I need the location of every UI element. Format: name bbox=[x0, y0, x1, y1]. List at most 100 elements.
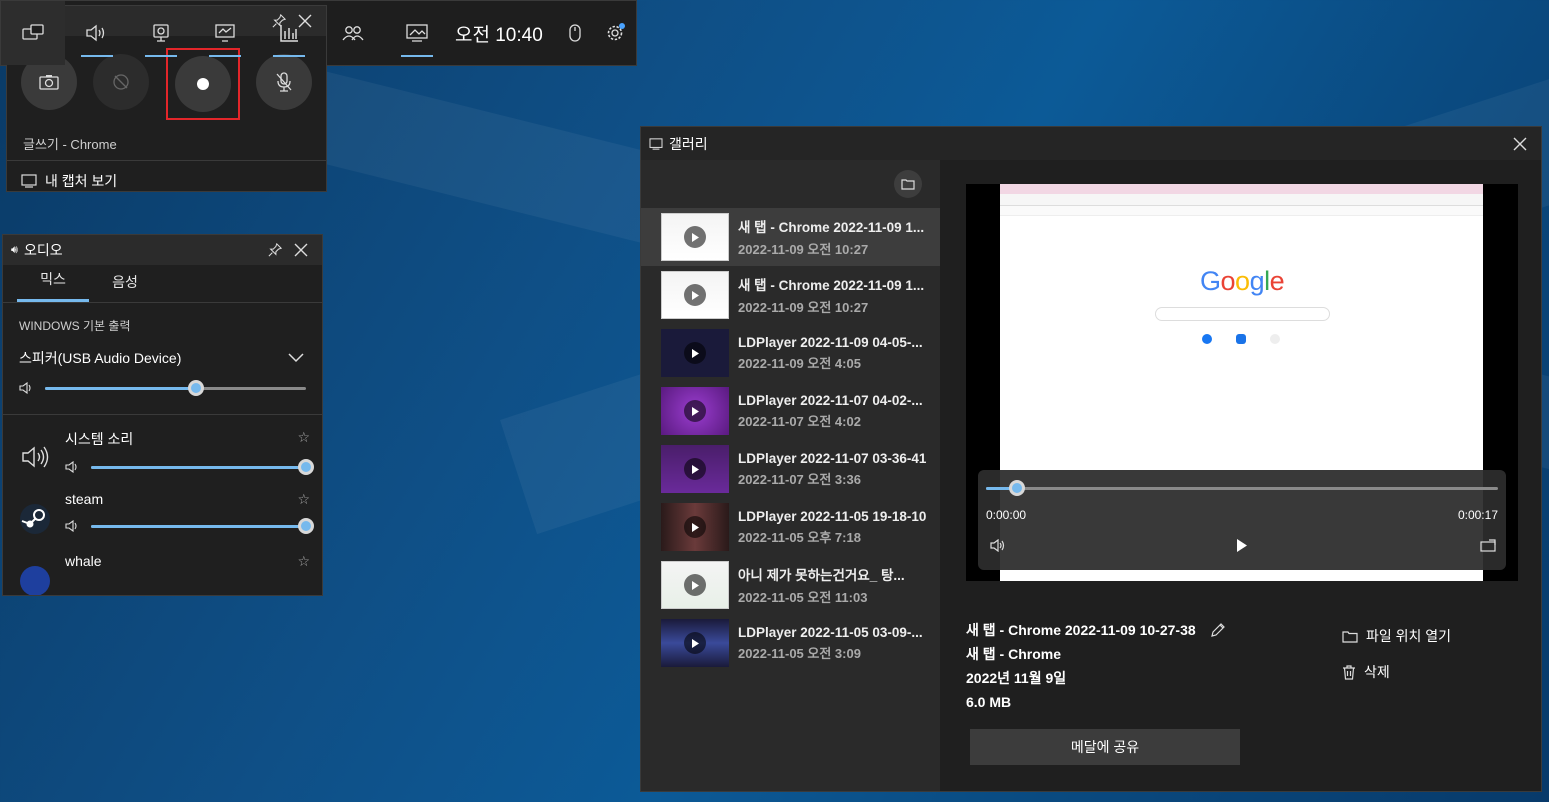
slider-thumb[interactable] bbox=[298, 517, 314, 534]
notification-dot bbox=[618, 23, 625, 29]
play-icon bbox=[684, 574, 706, 596]
clock: 오전 10:40 bbox=[455, 24, 543, 46]
system-sounds-icon bbox=[15, 437, 55, 477]
audio-header: 🔊︎ 오디오 bbox=[3, 235, 322, 265]
seek-bar[interactable] bbox=[986, 480, 1498, 496]
app-volume-slider[interactable] bbox=[91, 458, 314, 475]
master-volume-slider[interactable] bbox=[45, 379, 306, 396]
mouse-icon bbox=[569, 24, 581, 42]
gallery-header: 갤러리 bbox=[641, 127, 1541, 160]
capture-list: 새 탭 - Chrome 2022-11-09 1... 2022-11-09 오… bbox=[641, 208, 940, 672]
gallery-item-name: 새 탭 - Chrome 2022-11-09 1... bbox=[738, 278, 925, 293]
folder-icon bbox=[1342, 630, 1358, 643]
close-icon[interactable] bbox=[1507, 132, 1533, 156]
trash-icon bbox=[1343, 664, 1355, 680]
gallery-item-name: 아니 제가 못하는건거요_ 탕... bbox=[738, 568, 905, 583]
play-icon bbox=[684, 342, 706, 364]
speaker-icon bbox=[86, 24, 105, 42]
open-file-location-label: 파일 위치 열기 bbox=[1366, 628, 1452, 644]
fullscreen-button[interactable] bbox=[1480, 539, 1496, 552]
volume-icon bbox=[65, 520, 77, 532]
tab-mix[interactable]: 믹스 bbox=[17, 269, 89, 302]
mouse-settings-button[interactable] bbox=[555, 1, 595, 65]
gallery-item-name: LDPlayer 2022-11-09 04-05-... bbox=[738, 334, 923, 350]
capture-widget-button[interactable] bbox=[129, 1, 193, 65]
gallery-item[interactable]: 새 탭 - Chrome 2022-11-09 1... 2022-11-09 오… bbox=[641, 266, 940, 324]
capture-thumbnail bbox=[661, 213, 729, 261]
audio-title: 오디오 bbox=[23, 242, 63, 258]
seek-thumb[interactable] bbox=[1008, 480, 1025, 496]
camera-icon bbox=[39, 75, 59, 90]
game-bar-toolbar: 오전 10:40 bbox=[0, 0, 637, 66]
gallery-title: 갤러리 bbox=[669, 135, 708, 152]
close-icon[interactable] bbox=[288, 238, 314, 262]
google-logo: Google bbox=[1200, 266, 1285, 296]
slider-thumb[interactable] bbox=[188, 379, 205, 396]
performance-widget-button[interactable] bbox=[193, 1, 257, 65]
gallery-item[interactable]: 새 탭 - Chrome 2022-11-09 1... 2022-11-09 오… bbox=[641, 208, 940, 266]
video-player[interactable]: Google 0:00:00 0:00:17 bbox=[966, 184, 1518, 581]
gallery-item[interactable]: 아니 제가 못하는건거요_ 탕... 2022-11-05 오전 11:03 bbox=[641, 556, 940, 614]
audio-widget-button[interactable] bbox=[65, 1, 129, 65]
view-captures-link[interactable]: 내 캡처 보기 bbox=[7, 160, 326, 200]
whale-icon bbox=[15, 561, 55, 595]
favorite-star-icon[interactable]: ☆ bbox=[297, 429, 310, 449]
audio-tabs: 믹스 음성 bbox=[3, 265, 322, 303]
favorite-star-icon[interactable]: ☆ bbox=[297, 491, 310, 508]
capture-target-label: 글쓰기 - Chrome bbox=[23, 137, 117, 152]
gallery-item-date: 2022-11-09 오전 10:27 bbox=[738, 300, 869, 315]
gallery-item-date: 2022-11-07 오전 4:02 bbox=[738, 413, 861, 429]
gallery-item-date: 2022-11-05 오후 7:18 bbox=[738, 529, 861, 545]
gallery-item[interactable]: LDPlayer 2022-11-07 04-02-... 2022-11-07 … bbox=[641, 382, 940, 440]
output-device-name: 스피커(USB Audio Device) bbox=[19, 350, 182, 366]
app-mixer-row: steam ☆ bbox=[3, 477, 322, 539]
tab-voice[interactable]: 음성 bbox=[89, 272, 161, 302]
bar-chart-icon bbox=[280, 25, 298, 42]
capture-thumbnail bbox=[661, 445, 729, 493]
open-file-location-button[interactable]: 파일 위치 열기 bbox=[1342, 618, 1451, 654]
capture-thumbnail bbox=[661, 387, 729, 435]
mic-off-icon bbox=[276, 72, 292, 92]
app-name: 시스템 소리 bbox=[65, 431, 134, 447]
capture-details: 새 탭 - Chrome 2022-11-09 10-27-38 새 탭 - C… bbox=[966, 618, 1226, 714]
volume-icon bbox=[990, 539, 1005, 552]
play-icon bbox=[684, 458, 706, 480]
gallery-item-name: LDPlayer 2022-11-07 03-36-41 bbox=[738, 450, 927, 466]
output-device-select[interactable]: 스피커(USB Audio Device) bbox=[3, 334, 322, 368]
play-icon bbox=[684, 400, 706, 422]
capture-thumbnail bbox=[661, 561, 729, 609]
gallery-item[interactable]: LDPlayer 2022-11-05 03-09-... 2022-11-05 … bbox=[641, 614, 940, 672]
capture-date: 2022년 11월 9일 bbox=[966, 670, 1067, 686]
social-widget-button[interactable] bbox=[321, 1, 385, 65]
settings-button[interactable] bbox=[595, 1, 635, 65]
folder-icon bbox=[901, 179, 915, 190]
video-controls: 0:00:00 0:00:17 bbox=[978, 470, 1506, 570]
gallery-item-date: 2022-11-09 오전 10:27 bbox=[738, 242, 869, 257]
widget-menu-button[interactable] bbox=[1, 1, 65, 65]
app-volume-slider[interactable] bbox=[91, 517, 314, 534]
gallery-list-pane: 새 탭 - Chrome 2022-11-09 1... 2022-11-09 오… bbox=[641, 160, 940, 791]
gallery-icon bbox=[21, 173, 37, 188]
app-name: whale bbox=[65, 553, 102, 569]
delete-button[interactable]: 삭제 bbox=[1342, 654, 1451, 690]
open-folder-button[interactable] bbox=[894, 170, 922, 198]
gallery-item[interactable]: LDPlayer 2022-11-07 03-36-41 2022-11-07 오… bbox=[641, 440, 940, 498]
gallery-widget-button[interactable] bbox=[385, 1, 449, 65]
gallery-item-name: 새 탭 - Chrome 2022-11-09 1... bbox=[738, 220, 925, 235]
capture-thumbnail bbox=[661, 271, 729, 319]
pin-icon[interactable] bbox=[262, 238, 288, 262]
play-button[interactable] bbox=[1236, 538, 1248, 553]
total-time: 0:00:17 bbox=[1457, 508, 1498, 522]
gallery-item[interactable]: LDPlayer 2022-11-05 19-18-10 2022-11-05 오… bbox=[641, 498, 940, 556]
volume-button[interactable] bbox=[990, 539, 1006, 552]
favorite-star-icon[interactable]: ☆ bbox=[297, 553, 310, 570]
gallery-item[interactable]: LDPlayer 2022-11-09 04-05-... 2022-11-09 … bbox=[641, 324, 940, 382]
record-dot-icon bbox=[196, 78, 209, 90]
capture-thumbnail bbox=[661, 619, 729, 667]
share-to-medal-button[interactable]: 메달에 공유 bbox=[970, 729, 1240, 765]
rename-button[interactable] bbox=[1210, 622, 1226, 638]
play-icon bbox=[684, 284, 706, 306]
resources-widget-button[interactable] bbox=[257, 1, 321, 65]
widget-menu-icon bbox=[22, 24, 44, 40]
slider-thumb[interactable] bbox=[298, 458, 314, 475]
